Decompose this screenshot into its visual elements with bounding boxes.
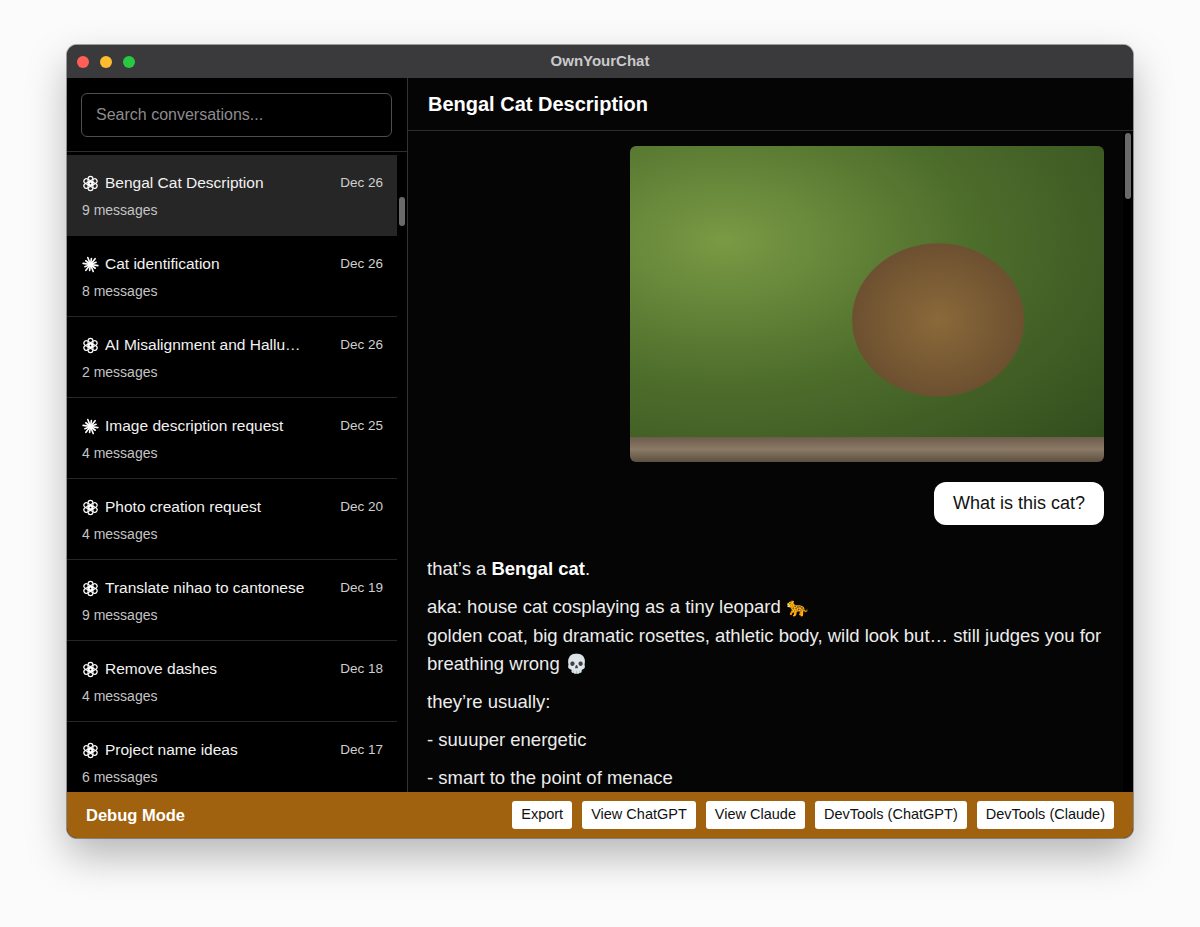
conversation-item-header: Cat identification Dec 26 bbox=[82, 252, 383, 276]
conversation-item[interactable]: Remove dashes Dec 18 4 messages bbox=[67, 641, 397, 722]
message-paragraph: that’s a Bengal cat. bbox=[427, 555, 1104, 584]
conversation-date: Dec 19 bbox=[340, 578, 383, 598]
chatgpt-logo-icon bbox=[82, 661, 99, 678]
claude-logo-icon bbox=[82, 256, 99, 273]
conversation-title[interactable]: Bengal Cat Description bbox=[105, 171, 334, 194]
close-button[interactable] bbox=[77, 56, 89, 68]
conversation-item[interactable]: AI Misalignment and Hallu… Dec 26 2 messag… bbox=[67, 317, 397, 398]
sidebar-scrollbar-track[interactable] bbox=[397, 152, 407, 792]
sidebar: Bengal Cat Description Dec 26 9 messages Ca… bbox=[67, 78, 408, 792]
conversation-title[interactable]: AI Misalignment and Hallu… bbox=[105, 333, 334, 356]
message-text: they’re usually: bbox=[427, 691, 550, 712]
sidebar-scrollbar-thumb[interactable] bbox=[399, 197, 405, 226]
message-count: 9 messages bbox=[82, 605, 383, 626]
user-message-bubble: What is this cat? bbox=[934, 482, 1104, 525]
conversation-title[interactable]: Image description request bbox=[105, 414, 334, 437]
chatgpt-logo-icon bbox=[82, 337, 99, 354]
zoom-button[interactable] bbox=[123, 56, 135, 68]
message-text: . bbox=[585, 558, 590, 579]
conversation-date: Dec 18 bbox=[340, 659, 383, 679]
debug-buttons: Export View ChatGPT View Claude DevTools (C… bbox=[512, 801, 1114, 829]
message-paragraph: - smart to the point of menace bbox=[427, 764, 1104, 792]
attached-photo[interactable] bbox=[630, 146, 1104, 462]
conversation-heading: Bengal Cat Description bbox=[428, 89, 648, 119]
message-text: - smart to the point of menace bbox=[427, 767, 673, 788]
conversation-date: Dec 26 bbox=[340, 335, 383, 355]
debug-mode-label: Debug Mode bbox=[86, 803, 185, 828]
conversation-item-header: Remove dashes Dec 18 bbox=[82, 657, 383, 681]
message-paragraph: - suuuper energetic bbox=[427, 726, 1104, 755]
conversation-item-header: AI Misalignment and Hallu… Dec 26 bbox=[82, 333, 383, 357]
conversation-item[interactable]: Bengal Cat Description Dec 26 9 messages bbox=[67, 155, 397, 236]
conversation-title[interactable]: Photo creation request bbox=[105, 495, 334, 518]
conversation-pane: Bengal Cat Description What is this cat? t… bbox=[408, 78, 1133, 792]
conversation-scrollbar-track[interactable] bbox=[1123, 131, 1133, 792]
message-area: What is this cat? that’s a Bengal cat. aka… bbox=[408, 131, 1133, 792]
conversation-header: Bengal Cat Description bbox=[408, 78, 1133, 131]
app-body: Bengal Cat Description Dec 26 9 messages Ca… bbox=[67, 78, 1133, 792]
chatgpt-logo-icon bbox=[82, 742, 99, 759]
message-count: 4 messages bbox=[82, 686, 383, 707]
title-bar: OwnYourChat bbox=[67, 45, 1133, 78]
message-text: that’s a bbox=[427, 558, 491, 579]
message-paragraph: aka: house cat cosplaying as a tiny leop… bbox=[427, 593, 1104, 679]
conversation-item[interactable]: Project name ideas Dec 17 6 messages bbox=[67, 722, 397, 792]
bold-text: Bengal cat bbox=[491, 558, 585, 579]
conversation-item-header: Project name ideas Dec 17 bbox=[82, 738, 383, 762]
conversation-item[interactable]: Image description request Dec 25 4 message… bbox=[67, 398, 397, 479]
message-count: 4 messages bbox=[82, 443, 383, 464]
message-count: 8 messages bbox=[82, 281, 383, 302]
conversation-list: Bengal Cat Description Dec 26 9 messages Ca… bbox=[67, 152, 397, 792]
conversation-item[interactable]: Photo creation request Dec 20 4 messages bbox=[67, 479, 397, 560]
debug-button[interactable]: Export bbox=[512, 801, 572, 829]
message-paragraph: they’re usually: bbox=[427, 688, 1104, 717]
search-input[interactable] bbox=[81, 93, 392, 137]
conversation-date: Dec 20 bbox=[340, 497, 383, 517]
conversation-item[interactable]: Translate nihao to cantonese Dec 19 9 mess… bbox=[67, 560, 397, 641]
debug-bar: Debug Mode Export View ChatGPT View Claude D… bbox=[67, 792, 1133, 838]
window-title: OwnYourChat bbox=[551, 50, 650, 73]
message-count: 9 messages bbox=[82, 200, 383, 221]
conversation-date: Dec 26 bbox=[340, 173, 383, 193]
debug-button[interactable]: DevTools (ChatGPT) bbox=[815, 801, 967, 829]
conversation-title[interactable]: Project name ideas bbox=[105, 738, 334, 761]
conversation-date: Dec 17 bbox=[340, 740, 383, 760]
conversation-scrollbar-thumb[interactable] bbox=[1125, 133, 1131, 199]
debug-button[interactable]: View Claude bbox=[706, 801, 805, 829]
conversation-title[interactable]: Translate nihao to cantonese bbox=[105, 576, 334, 599]
conversation-title[interactable]: Cat identification bbox=[105, 252, 334, 275]
chatgpt-logo-icon bbox=[82, 175, 99, 192]
message-list: What is this cat? that’s a Bengal cat. aka… bbox=[408, 131, 1123, 792]
conversation-date: Dec 26 bbox=[340, 254, 383, 274]
conversation-list-area: Bengal Cat Description Dec 26 9 messages Ca… bbox=[67, 152, 407, 792]
message-text: - suuuper energetic bbox=[427, 729, 586, 750]
conversation-item-header: Bengal Cat Description Dec 26 bbox=[82, 171, 383, 195]
message-count: 4 messages bbox=[82, 524, 383, 545]
conversation-title[interactable]: Remove dashes bbox=[105, 657, 334, 680]
message-count: 6 messages bbox=[82, 767, 383, 788]
conversation-item[interactable]: Cat identification Dec 26 8 messages bbox=[67, 236, 397, 317]
message-text: aka: house cat cosplaying as a tiny leop… bbox=[427, 596, 809, 617]
debug-button[interactable]: View ChatGPT bbox=[582, 801, 696, 829]
debug-button[interactable]: DevTools (Claude) bbox=[977, 801, 1114, 829]
conversation-item-header: Photo creation request Dec 20 bbox=[82, 495, 383, 519]
user-message-text: What is this cat? bbox=[953, 493, 1085, 513]
app-window: OwnYourChat Bengal Cat Description Dec 26… bbox=[67, 45, 1133, 838]
conversation-item-header: Image description request Dec 25 bbox=[82, 414, 383, 438]
chatgpt-logo-icon bbox=[82, 580, 99, 597]
assistant-message: that’s a Bengal cat. aka: house cat cospl… bbox=[427, 555, 1104, 792]
window-controls bbox=[77, 56, 551, 68]
conversation-date: Dec 25 bbox=[340, 416, 383, 436]
message-text: golden coat, big dramatic rosettes, athl… bbox=[427, 625, 1101, 675]
minimize-button[interactable] bbox=[100, 56, 112, 68]
chatgpt-logo-icon bbox=[82, 499, 99, 516]
message-count: 2 messages bbox=[82, 362, 383, 383]
claude-logo-icon bbox=[82, 418, 99, 435]
conversation-item-header: Translate nihao to cantonese Dec 19 bbox=[82, 576, 383, 600]
search-area bbox=[67, 78, 407, 152]
